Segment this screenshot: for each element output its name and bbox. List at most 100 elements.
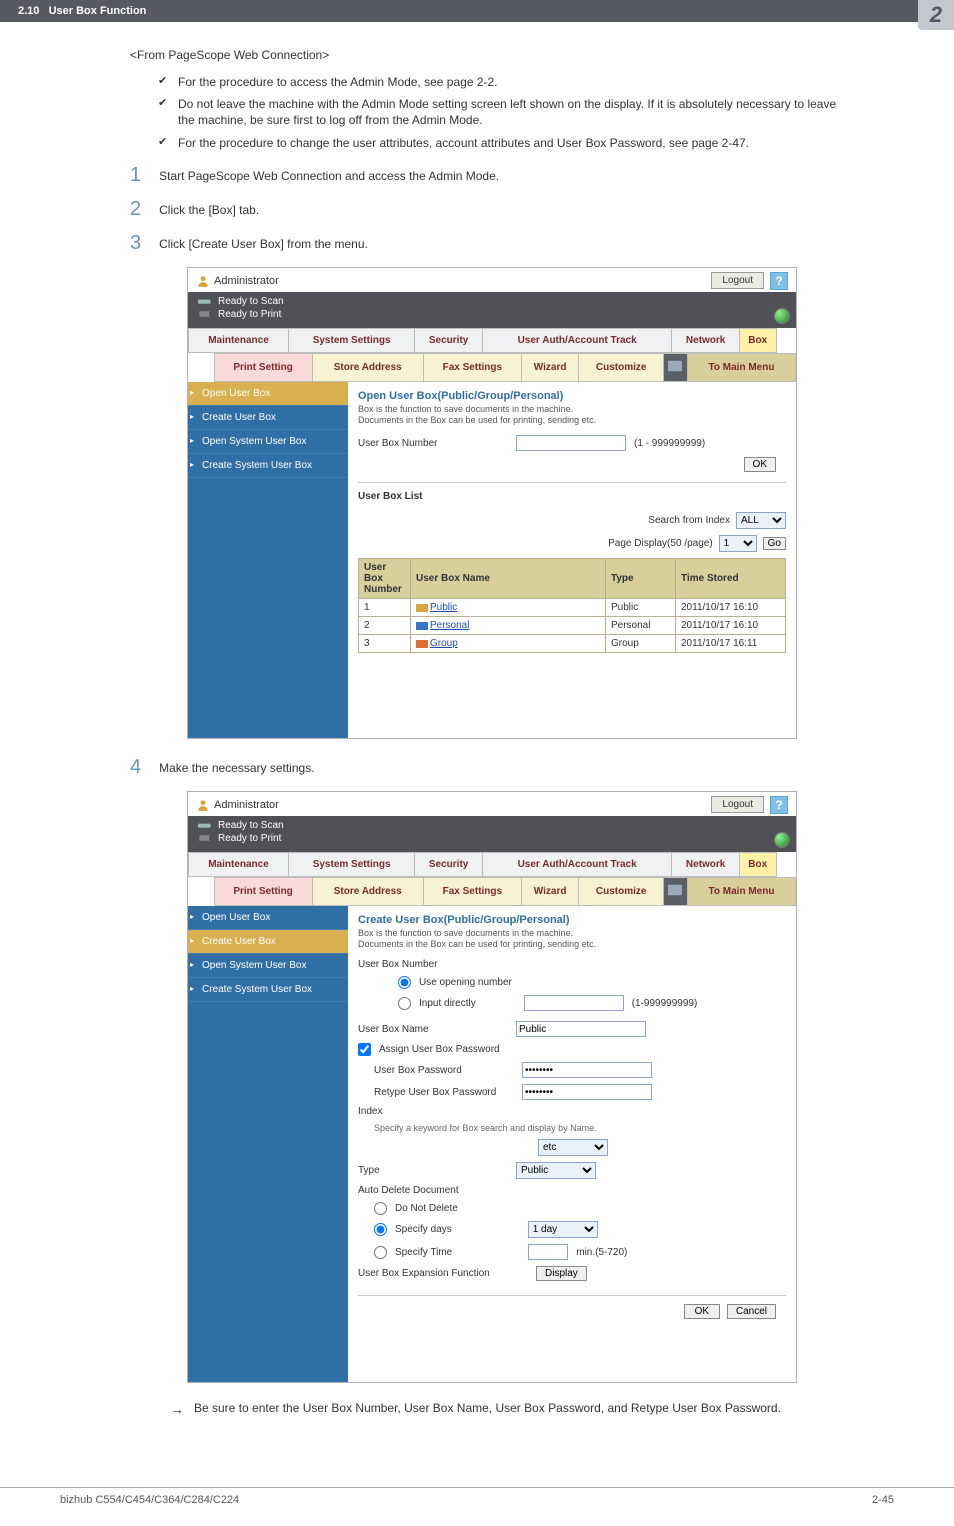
type-select[interactable]: Public bbox=[516, 1162, 596, 1179]
input-directly-radio[interactable] bbox=[398, 997, 411, 1010]
page-number: 2-45 bbox=[872, 1494, 894, 1506]
assign-password-checkbox[interactable] bbox=[358, 1043, 371, 1056]
tab-network[interactable]: Network bbox=[672, 852, 740, 876]
step-text: Click the [Box] tab. bbox=[159, 199, 259, 217]
sidebar-item-create-user-box[interactable]: Create User Box bbox=[188, 930, 348, 954]
ok-button[interactable]: OK bbox=[684, 1304, 720, 1319]
ok-button[interactable]: OK bbox=[744, 457, 776, 472]
logout-button[interactable]: Logout bbox=[711, 796, 764, 813]
help-icon[interactable]: ? bbox=[770, 272, 788, 290]
number-input[interactable] bbox=[524, 995, 624, 1011]
tab-security[interactable]: Security bbox=[415, 852, 483, 876]
sidebar-item-open-system-user-box[interactable]: Open System User Box bbox=[188, 954, 348, 978]
table-row: 3 Group Group2011/10/17 16:11 bbox=[359, 635, 786, 653]
tab-box[interactable]: Box bbox=[740, 852, 776, 876]
refresh-icon[interactable] bbox=[774, 832, 790, 848]
specify-days-label: Specify days bbox=[395, 1224, 452, 1235]
tab-system-settings[interactable]: System Settings bbox=[288, 852, 414, 876]
user-box-table: User BoxNumber User Box Name Type Time S… bbox=[358, 558, 786, 653]
sidebar-item-create-user-box[interactable]: Create User Box bbox=[188, 406, 348, 430]
index-label: Index bbox=[358, 1106, 382, 1117]
go-button[interactable]: Go bbox=[763, 537, 786, 550]
subtab-fax-settings[interactable]: Fax Settings bbox=[423, 353, 521, 381]
subtab-print-setting[interactable]: Print Setting bbox=[214, 353, 312, 381]
use-opening-number-radio[interactable] bbox=[398, 976, 411, 989]
display-button[interactable]: Display bbox=[536, 1266, 587, 1281]
panel-title: Open User Box(Public/Group/Personal) bbox=[358, 390, 786, 402]
page-select[interactable]: 1 bbox=[719, 535, 757, 552]
status-scan: Ready to Scan bbox=[218, 296, 284, 307]
sidebar-item-create-system-user-box[interactable]: Create System User Box bbox=[188, 978, 348, 1002]
range-hint: (1 - 999999999) bbox=[634, 438, 705, 449]
subtab-to-main-menu[interactable]: To Main Menu bbox=[687, 353, 795, 381]
tab-user-auth[interactable]: User Auth/Account Track bbox=[483, 852, 672, 876]
sidebar-item-open-user-box[interactable]: Open User Box bbox=[188, 382, 348, 406]
time-input[interactable] bbox=[528, 1244, 568, 1260]
index-select[interactable]: etc bbox=[538, 1139, 608, 1156]
cancel-button[interactable]: Cancel bbox=[727, 1304, 776, 1319]
step-text: Start PageScope Web Connection and acces… bbox=[159, 165, 499, 183]
step-number: 4 bbox=[130, 757, 141, 777]
tab-system-settings[interactable]: System Settings bbox=[288, 328, 414, 352]
col-user-box: User Box bbox=[364, 562, 386, 584]
box-link[interactable]: Group bbox=[430, 638, 458, 649]
subtab-store-address[interactable]: Store Address bbox=[312, 353, 423, 381]
display-mode-icon[interactable] bbox=[663, 353, 687, 381]
box-link[interactable]: Personal bbox=[430, 620, 469, 631]
page-footer: bizhub C554/C454/C364/C284/C224 2-45 bbox=[0, 1487, 954, 1526]
subtab-wizard[interactable]: Wizard bbox=[521, 877, 578, 905]
tab-network[interactable]: Network bbox=[672, 328, 740, 352]
use-opening-number-label: Use opening number bbox=[419, 977, 512, 988]
tab-box[interactable]: Box bbox=[740, 328, 776, 352]
sidebar-item-open-system-user-box[interactable]: Open System User Box bbox=[188, 430, 348, 454]
do-not-delete-radio[interactable] bbox=[374, 1202, 387, 1215]
admin-icon bbox=[196, 274, 210, 288]
subtab-to-main-menu[interactable]: To Main Menu bbox=[687, 877, 795, 905]
status-print: Ready to Print bbox=[218, 833, 281, 844]
subtab-wizard[interactable]: Wizard bbox=[521, 353, 578, 381]
printer-icon bbox=[198, 833, 212, 843]
user-box-number-label: User Box Number bbox=[358, 438, 508, 449]
role-label: Administrator bbox=[196, 274, 279, 288]
display-mode-icon[interactable] bbox=[663, 877, 687, 905]
password-input[interactable] bbox=[522, 1062, 652, 1078]
printer-icon bbox=[198, 309, 212, 319]
refresh-icon[interactable] bbox=[774, 308, 790, 324]
tab-maintenance[interactable]: Maintenance bbox=[189, 328, 289, 352]
logout-button[interactable]: Logout bbox=[711, 272, 764, 289]
box-link[interactable]: Public bbox=[430, 602, 457, 613]
tab-user-auth[interactable]: User Auth/Account Track bbox=[483, 328, 672, 352]
user-box-number-input[interactable] bbox=[516, 435, 626, 451]
arrow-icon: → bbox=[170, 1401, 184, 1417]
help-icon[interactable]: ? bbox=[770, 796, 788, 814]
retype-password-label: Retype User Box Password bbox=[374, 1087, 514, 1098]
subtab-store-address[interactable]: Store Address bbox=[312, 877, 423, 905]
section-header: 2.10 User Box Function 2 bbox=[0, 0, 954, 22]
subtab-fax-settings[interactable]: Fax Settings bbox=[423, 877, 521, 905]
retype-password-input[interactable] bbox=[522, 1084, 652, 1100]
note-text: Be sure to enter the User Box Number, Us… bbox=[194, 1401, 781, 1415]
tab-maintenance[interactable]: Maintenance bbox=[189, 852, 289, 876]
tab-security[interactable]: Security bbox=[415, 328, 483, 352]
expansion-function-label: User Box Expansion Function bbox=[358, 1268, 528, 1279]
index-select[interactable]: ALL bbox=[736, 512, 786, 529]
scanner-icon bbox=[198, 820, 212, 830]
sidebar-item-create-system-user-box[interactable]: Create System User Box bbox=[188, 454, 348, 478]
intro-line: <From PageScope Web Connection> bbox=[130, 48, 854, 62]
panel-title: Create User Box(Public/Group/Personal) bbox=[358, 914, 786, 926]
days-select[interactable]: 1 day bbox=[528, 1221, 598, 1238]
specify-days-radio[interactable] bbox=[374, 1223, 387, 1236]
assign-password-label: Assign User Box Password bbox=[379, 1044, 500, 1055]
sidebar-item-open-user-box[interactable]: Open User Box bbox=[188, 906, 348, 930]
side-menu: Open User Box Create User Box Open Syste… bbox=[188, 382, 348, 738]
user-box-name-input[interactable] bbox=[516, 1021, 646, 1037]
specify-time-radio[interactable] bbox=[374, 1246, 387, 1259]
note-row: → Be sure to enter the User Box Number, … bbox=[170, 1401, 854, 1417]
subtab-customize[interactable]: Customize bbox=[579, 353, 664, 381]
status-scan: Ready to Scan bbox=[218, 820, 284, 831]
subtab-print-setting[interactable]: Print Setting bbox=[214, 877, 312, 905]
folder-icon bbox=[416, 602, 428, 612]
subtab-customize[interactable]: Customize bbox=[579, 877, 664, 905]
step-text: Click [Create User Box] from the menu. bbox=[159, 233, 368, 251]
search-from-index-label: Search from Index bbox=[648, 515, 730, 526]
